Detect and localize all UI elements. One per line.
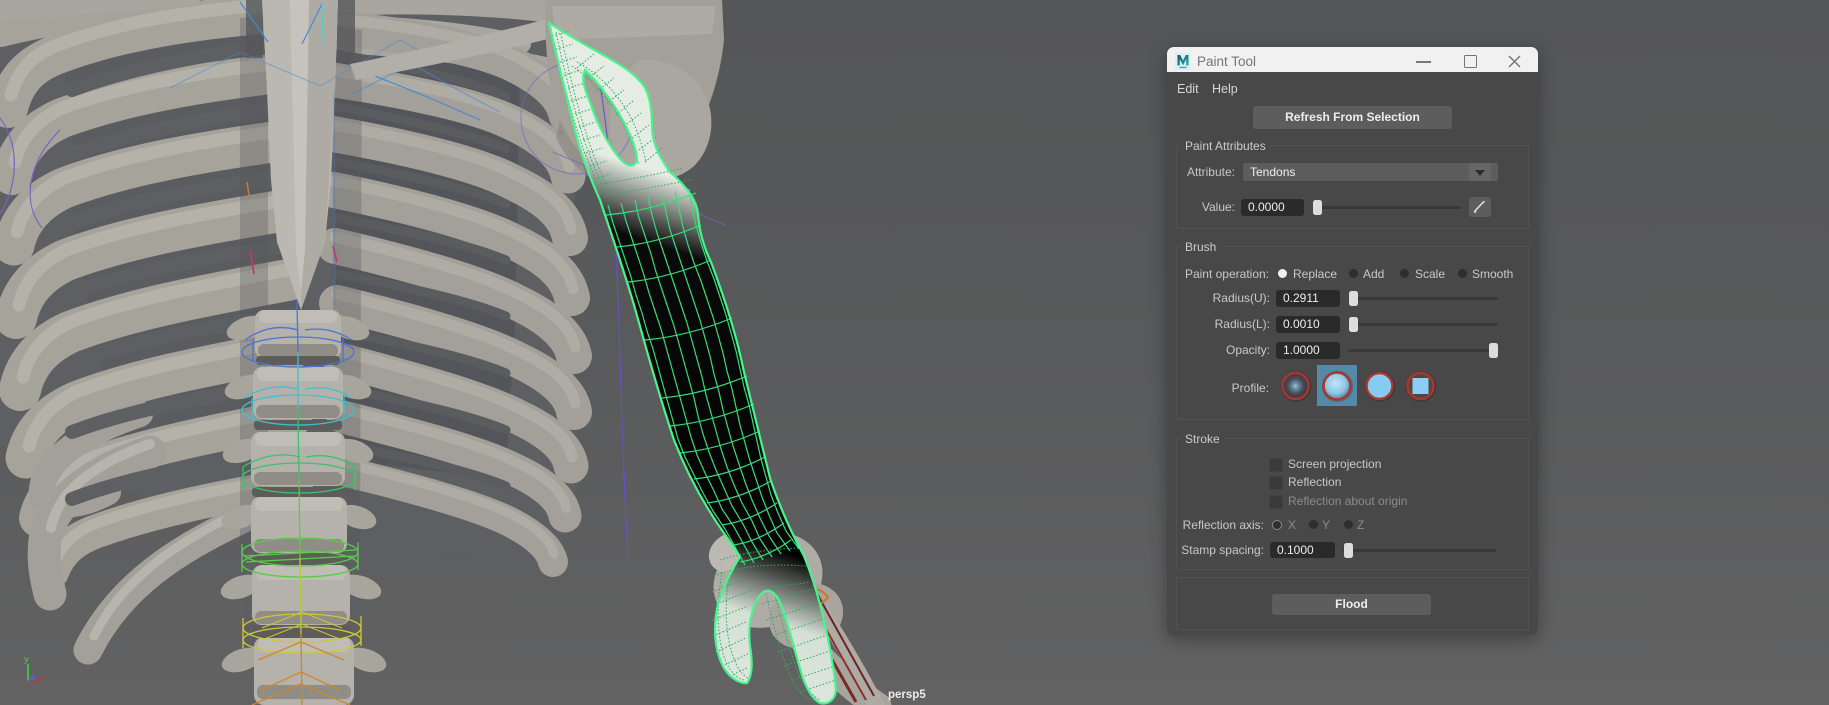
svg-text:persp5: persp5	[888, 689, 926, 701]
svg-text:z: z	[31, 672, 36, 683]
svg-text:y: y	[24, 654, 29, 665]
svg-text:x: x	[40, 672, 45, 683]
